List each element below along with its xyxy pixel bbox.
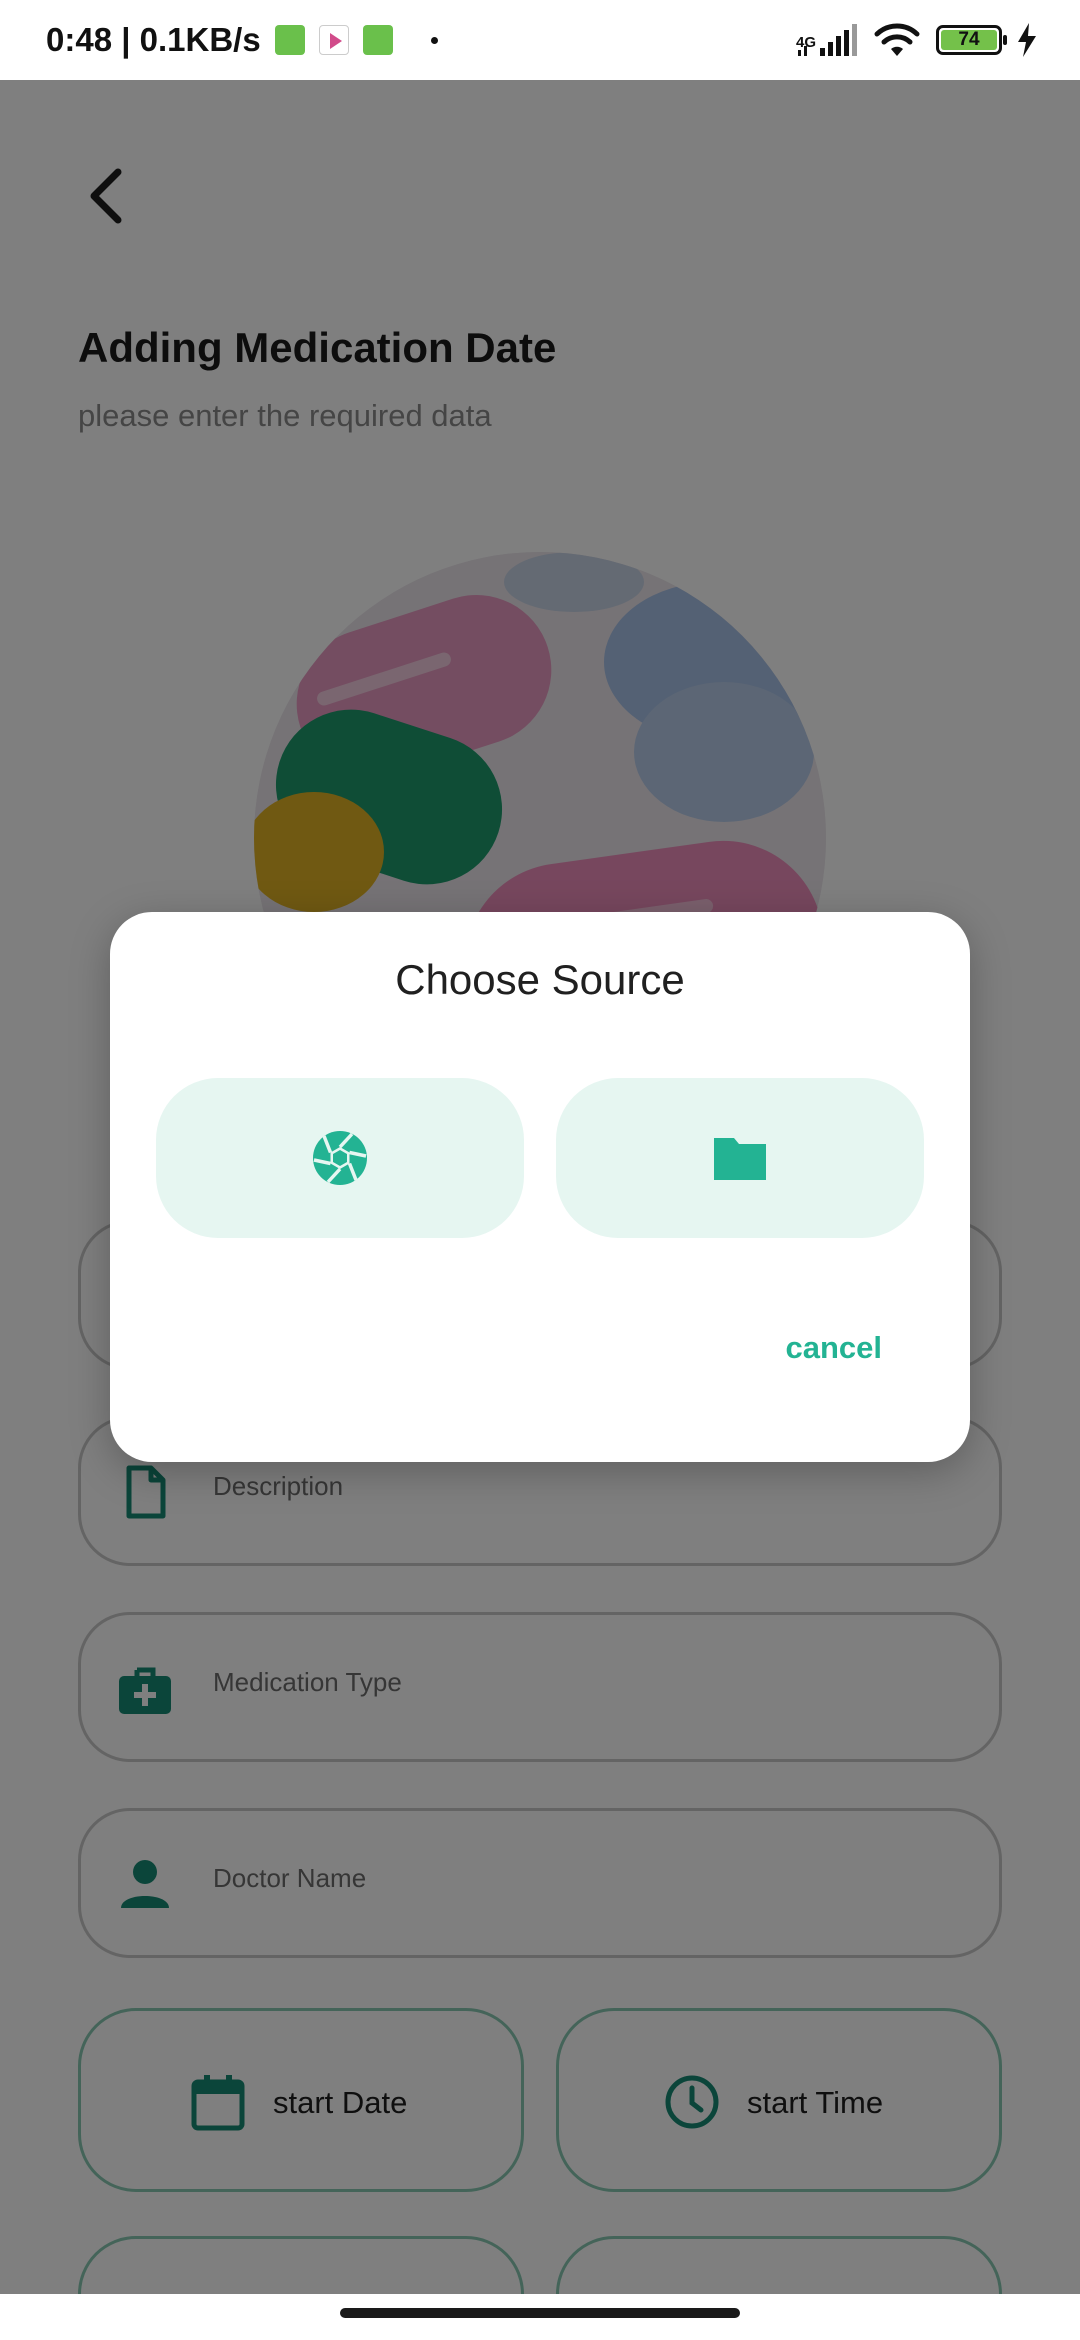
status-left: 0:48 | 0.1KB/s: [46, 0, 438, 80]
camera-shutter-icon: [313, 1131, 367, 1185]
play-store-icon: [318, 25, 349, 55]
choose-source-dialog: Choose Source cancel: [110, 912, 970, 1462]
app-notification-icon: [362, 25, 393, 55]
status-time-speed: 0:48 | 0.1KB/s: [46, 21, 261, 58]
network-type-label: 4G: [796, 34, 817, 51]
more-notifications-dot-icon: [430, 36, 438, 44]
battery-icon: 74: [936, 25, 1007, 55]
signal-icon: 4G: [794, 20, 858, 60]
home-indicator[interactable]: [340, 2308, 740, 2318]
gallery-source-button[interactable]: [556, 1078, 924, 1238]
navigation-bar: [0, 2294, 1080, 2340]
battery-level: 74: [941, 29, 997, 50]
status-bar: 0:48 | 0.1KB/s 4G 74: [0, 0, 1080, 80]
status-right: 4G 74: [794, 0, 1038, 80]
folder-icon: [714, 1138, 766, 1180]
camera-source-button[interactable]: [156, 1078, 524, 1238]
app-notification-icon: [274, 25, 305, 55]
dialog-title: Choose Source: [395, 956, 685, 1003]
charging-bolt-icon: [1018, 23, 1036, 57]
cancel-button[interactable]: cancel: [785, 1330, 882, 1366]
wifi-icon: [874, 23, 920, 56]
